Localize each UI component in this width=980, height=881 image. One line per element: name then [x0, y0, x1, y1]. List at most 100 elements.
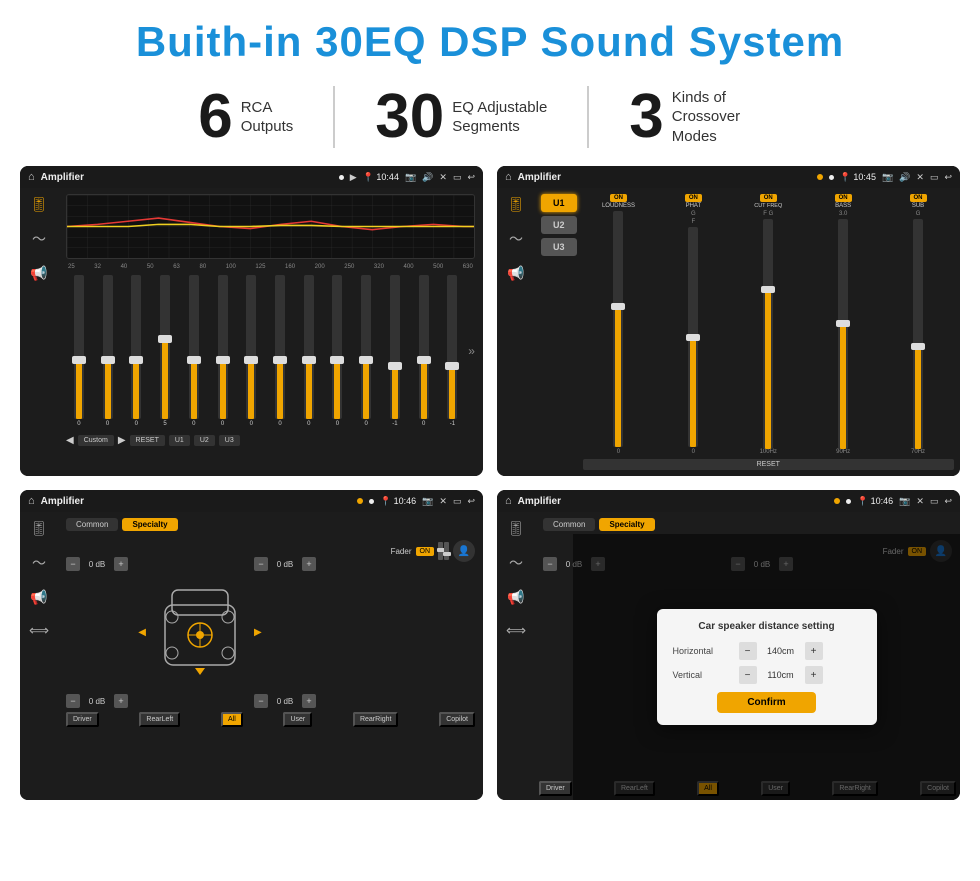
eq-time: 📍 10:44	[363, 172, 399, 183]
eq-track-11[interactable]	[390, 275, 400, 419]
cx-u1-btn[interactable]: U1	[541, 194, 577, 212]
eq-reset-btn[interactable]: RESET	[130, 435, 165, 446]
eq-freq-63: 63	[173, 264, 180, 270]
dialog-overlay: Car speaker distance setting Horizontal …	[573, 534, 960, 800]
sp-back-icon[interactable]: ↩	[467, 496, 475, 507]
dialog-vertical-plus[interactable]: +	[805, 666, 823, 684]
eq-track-6[interactable]	[246, 275, 256, 419]
cx-sidebar-wave-icon[interactable]: 〜	[509, 229, 523, 249]
sp-sidebar-speaker-icon[interactable]: 📢	[30, 589, 47, 606]
dialog-vertical-minus[interactable]: −	[739, 666, 757, 684]
eq-track-12[interactable]	[419, 275, 429, 419]
dialog-horizontal-minus[interactable]: −	[739, 642, 757, 660]
cx-home-icon[interactable]: ⌂	[505, 171, 512, 183]
dlg-home-icon[interactable]: ⌂	[505, 495, 512, 507]
stat-number-rca: 6	[198, 86, 232, 148]
eq-track-10[interactable]	[361, 275, 371, 419]
cx-on-loudness[interactable]: ON	[610, 194, 627, 202]
sp-sidebar-eq-icon[interactable]: 🎚	[30, 520, 48, 537]
eq-track-3[interactable]	[160, 275, 170, 419]
sp-home-icon[interactable]: ⌂	[28, 495, 35, 507]
sp-rearright-btn[interactable]: RearRight	[353, 712, 399, 727]
sp-tab-specialty[interactable]: Specialty	[122, 518, 177, 531]
stat-label-eq: EQ AdjustableSegments	[452, 98, 547, 137]
sp-minus-botleft[interactable]: −	[66, 694, 80, 708]
dlg-sidebar-eq-icon[interactable]: 🎚	[507, 520, 525, 537]
sp-minus-botright[interactable]: −	[254, 694, 268, 708]
sp-user-btn[interactable]: User	[283, 712, 312, 727]
cx-sidebar-speaker-icon[interactable]: 📢	[507, 265, 524, 282]
eq-next-icon[interactable]: ▶	[118, 435, 126, 446]
eq-u3-btn[interactable]: U3	[219, 435, 240, 446]
confirm-button[interactable]: Confirm	[717, 692, 815, 713]
cx-slider-phat[interactable]	[688, 227, 698, 447]
sp-sidebar-wave-icon[interactable]: 〜	[32, 553, 46, 573]
eq-rect-icon: ▭	[453, 172, 462, 183]
eq-track-4[interactable]	[189, 275, 199, 419]
eq-track-9[interactable]	[332, 275, 342, 419]
eq-sidebar-eq-icon[interactable]: 🎚	[30, 196, 48, 213]
sp-vol-topright: − 0 dB +	[254, 557, 334, 571]
cx-on-bass[interactable]: ON	[835, 194, 852, 202]
cx-sidebar-eq-icon[interactable]: 🎚	[507, 196, 525, 213]
sp-copilot-btn[interactable]: Copilot	[439, 712, 475, 727]
eq-u2-btn[interactable]: U2	[194, 435, 215, 446]
eq-cam-icon: 📷	[405, 172, 416, 183]
eq-top-bar: ⌂ Amplifier ▶ 📍 10:44 📷 🔊 ✕ ▭ ↩	[20, 166, 483, 188]
cx-slider-cutfreq[interactable]	[763, 219, 773, 449]
eq-slider-12: 0	[411, 275, 437, 427]
sp-driver-btn[interactable]: Driver	[66, 712, 99, 727]
dlg-sidebar-speaker-icon[interactable]: 📢	[507, 589, 524, 606]
sp-plus-botright[interactable]: +	[302, 694, 316, 708]
dialog-horizontal-plus[interactable]: +	[805, 642, 823, 660]
cx-on-phat[interactable]: ON	[685, 194, 702, 202]
eq-back-icon[interactable]: ↩	[467, 172, 475, 183]
cx-reset-btn[interactable]: RESET	[583, 459, 954, 470]
eq-track-2[interactable]	[131, 275, 141, 419]
sp-minus-topleft[interactable]: −	[66, 557, 80, 571]
cx-slider-sub[interactable]	[913, 219, 923, 449]
eq-prev-icon[interactable]: ◀	[66, 435, 74, 446]
sp-sidebar-arrows-icon[interactable]: ⟺	[29, 622, 49, 639]
eq-track-0[interactable]	[74, 275, 84, 419]
cx-on-cutfreq[interactable]: ON	[760, 194, 777, 202]
sp-vol-topleft: − 0 dB +	[66, 557, 146, 571]
dlg-sidebar-wave-icon[interactable]: 〜	[509, 553, 523, 573]
eq-slider-13: -1	[440, 275, 466, 427]
cx-slider-loudness[interactable]	[613, 211, 623, 447]
dlg-top-bar: ⌂ Amplifier 📍 10:46 📷 ✕ ▭ ↩	[497, 490, 960, 512]
cx-slider-bass[interactable]	[838, 219, 848, 449]
dlg-cam-icon: 📷	[899, 496, 910, 507]
sp-tab-common[interactable]: Common	[66, 518, 118, 531]
eq-track-5[interactable]	[218, 275, 228, 419]
sp-profile-icon[interactable]: 👤	[453, 540, 475, 562]
eq-track-13[interactable]	[447, 275, 457, 419]
sp-plus-topright[interactable]: +	[302, 557, 316, 571]
eq-custom-btn[interactable]: Custom	[78, 435, 114, 446]
eq-home-icon[interactable]: ⌂	[28, 171, 35, 183]
sp-rearleft-btn[interactable]: RearLeft	[139, 712, 180, 727]
cx-u2-btn[interactable]: U2	[541, 216, 577, 234]
sp-plus-botleft[interactable]: +	[114, 694, 128, 708]
sp-fader-on[interactable]: ON	[416, 547, 435, 556]
sp-plus-topleft[interactable]: +	[114, 557, 128, 571]
dialog-horizontal-value: 140cm	[763, 646, 799, 656]
eq-track-8[interactable]	[304, 275, 314, 419]
eq-track-1[interactable]	[103, 275, 113, 419]
sp-all-btn[interactable]: All	[221, 712, 243, 727]
eq-freq-200: 200	[315, 264, 325, 270]
eq-more-icon[interactable]: »	[468, 344, 475, 358]
cx-u3-btn[interactable]: U3	[541, 238, 577, 256]
eq-sidebar-wave-icon[interactable]: 〜	[32, 229, 46, 249]
eq-u1-btn[interactable]: U1	[169, 435, 190, 446]
cx-left-sidebar: 🎚 〜 📢	[497, 188, 535, 476]
eq-left-sidebar: 🎚 〜 📢	[20, 188, 58, 476]
sp-minus-topright[interactable]: −	[254, 557, 268, 571]
cx-back-icon[interactable]: ↩	[944, 172, 952, 183]
eq-freq-32: 32	[94, 264, 101, 270]
eq-track-7[interactable]	[275, 275, 285, 419]
dlg-back-icon[interactable]: ↩	[944, 496, 952, 507]
eq-sidebar-speaker-icon[interactable]: 📢	[30, 265, 47, 282]
dlg-sidebar-arrows-icon[interactable]: ⟺	[506, 622, 526, 639]
cx-on-sub[interactable]: ON	[910, 194, 927, 202]
